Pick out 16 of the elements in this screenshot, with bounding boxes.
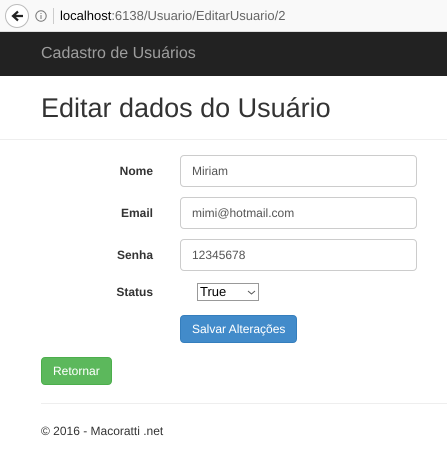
caret-icon — [247, 290, 256, 294]
field-label: Nome — [118, 163, 153, 180]
text-field[interactable]: mimi@hotmail.com — [180, 197, 417, 229]
footer-text: © 2016 - Macoratti .net — [41, 423, 164, 440]
save-button[interactable]: Salvar Alterações — [180, 315, 298, 343]
field-label: Status — [115, 284, 153, 301]
text-field[interactable]: 12345678 — [180, 239, 417, 271]
back-button[interactable] — [5, 4, 29, 28]
navbar-brand[interactable]: Cadastro de Usuários — [41, 42, 196, 66]
status-select[interactable]: True — [197, 283, 259, 301]
field-label: Email — [120, 205, 153, 222]
info-icon — [35, 10, 47, 22]
text-field[interactable]: Miriam — [180, 155, 417, 187]
page-title: Editar dados do Usuário — [41, 92, 332, 125]
back-arrow-icon — [10, 10, 24, 22]
field-label: Senha — [116, 247, 153, 264]
